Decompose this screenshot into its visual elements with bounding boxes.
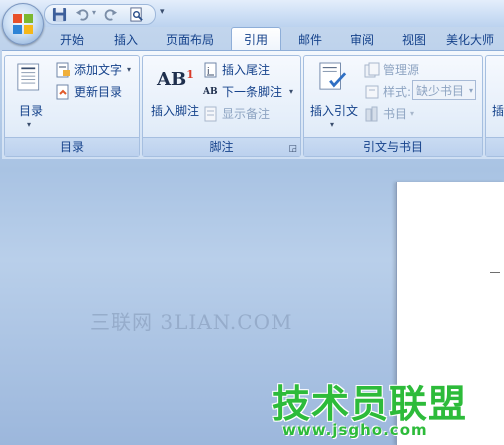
bibliography-label: 书目 [383,107,408,121]
undo-dropdown-icon[interactable]: ▾ [92,8,96,17]
bibliography-button[interactable]: 书目 ▾ [364,104,424,124]
footnote-icon-text: AB [157,69,187,90]
ribbon-tabs: 开始 插入 页面布局 引用 邮件 审阅 视图 美化大师 [0,27,504,52]
style-select-dropdown-icon: ▾ [468,86,473,95]
group-footnotes-title: 脚注 [209,140,234,154]
insert-endnote-button[interactable]: i 插入尾注 [203,60,293,80]
bibliography-dropdown-icon: ▾ [410,109,415,118]
next-footnote-icon: AB [203,87,218,97]
quick-access-toolbar: ▾ [44,4,156,25]
insert-footnote-label: 插入脚注 [150,104,199,118]
tab-references[interactable]: 引用 [231,27,281,52]
save-icon[interactable] [52,7,67,22]
next-footnote-dropdown-icon: ▾ [289,87,294,96]
insert-citation-icon [319,62,347,90]
show-notes-label: 显示备注 [222,107,271,121]
insert-footnote-button[interactable]: AB1 插入脚注 [147,62,203,122]
insert-citation-dropdown-icon: ▾ [330,120,335,129]
style-icon [365,85,379,99]
office-logo-icon [13,14,33,34]
group-footnotes-label: 脚注 ◲ [143,137,300,156]
customize-qat-icon[interactable]: ▾ [160,6,170,18]
office-button[interactable] [2,3,44,45]
toc-button-label: 目录 [18,104,43,118]
next-footnote-button[interactable]: AB 下一条脚注 ▾ [203,82,298,102]
add-text-icon [56,62,70,78]
text-cursor-mark [490,272,500,273]
toc-dropdown-icon: ▾ [27,120,32,129]
update-toc-button[interactable]: 更新目录 [55,82,135,102]
style-label-text: 样式: [383,85,412,99]
redo-icon[interactable] [103,7,118,22]
style-select[interactable]: 缺少书目 ▾ [412,80,476,100]
insert-citation-button[interactable]: 插入引文 ▾ [306,62,362,132]
manage-sources-button[interactable]: 管理源 [364,60,444,80]
add-text-dropdown-icon: ▾ [127,65,132,74]
group-citations-label: 引文与书目 [304,137,482,156]
title-bar: ▾ ▾ [0,0,504,27]
show-notes-icon [204,106,217,122]
bibliography-icon [365,106,378,122]
show-notes-button[interactable]: 显示备注 [203,104,293,124]
tab-page-layout[interactable]: 页面布局 [158,29,222,51]
undo-icon[interactable] [75,7,90,22]
insert-footnote-icon: AB1 [157,68,194,90]
tab-home[interactable]: 开始 [50,29,94,51]
group-toc-label: 目录 [5,137,139,156]
next-footnote-label: 下一条脚注 [222,85,283,99]
insert-endnote-icon: i [204,62,217,78]
print-preview-icon[interactable] [129,7,144,22]
style-select-value: 缺少书目 [416,84,465,98]
group-citations: 插入引文 ▾ 管理源 样式: 书目 ▾ 引文与书目 [303,55,483,157]
watermark-url: www.jsgho.com [282,421,428,439]
watermark-jishuyuan: 技术员联盟 [272,382,468,426]
partial-next-label[interactable]: 插 [492,102,504,119]
tab-beautify-master[interactable]: 美化大师 [446,29,504,51]
add-text-label: 添加文字 [74,63,123,77]
update-toc-label: 更新目录 [74,85,123,99]
toc-icon [17,63,40,91]
insert-citation-label: 插入引文 [309,104,358,118]
tab-view[interactable]: 视图 [392,29,436,51]
footnote-icon-sup: 1 [186,68,194,81]
group-captions-partial: 插 [485,55,504,157]
manage-sources-label: 管理源 [383,63,420,77]
tab-review[interactable]: 审阅 [340,29,384,51]
group-footnotes: AB1 插入脚注 i 插入尾注 AB 下一条脚注 ▾ 显示备注 脚注 ◲ [142,55,301,157]
ribbon: 目录 ▾ 添加文字 ▾ 更新目录 目录 AB1 插入脚注 i 插入尾注 AB 下… [2,50,504,159]
add-text-button[interactable]: 添加文字 ▾ [55,60,135,80]
group-toc: 目录 ▾ 添加文字 ▾ 更新目录 目录 [4,55,140,157]
tab-mailings[interactable]: 邮件 [288,29,332,51]
manage-sources-icon [364,62,380,78]
insert-endnote-label: 插入尾注 [222,63,271,77]
style-label: 样式: [364,82,416,102]
toc-button[interactable]: 目录 ▾ [11,62,51,132]
footnotes-dialog-launcher-icon[interactable]: ◲ [288,140,297,158]
tab-insert[interactable]: 插入 [104,29,148,51]
group-captions-partial-label [486,137,504,156]
update-toc-icon [56,84,69,100]
watermark-sanlian: 三联网 3LIAN.COM [90,310,293,334]
